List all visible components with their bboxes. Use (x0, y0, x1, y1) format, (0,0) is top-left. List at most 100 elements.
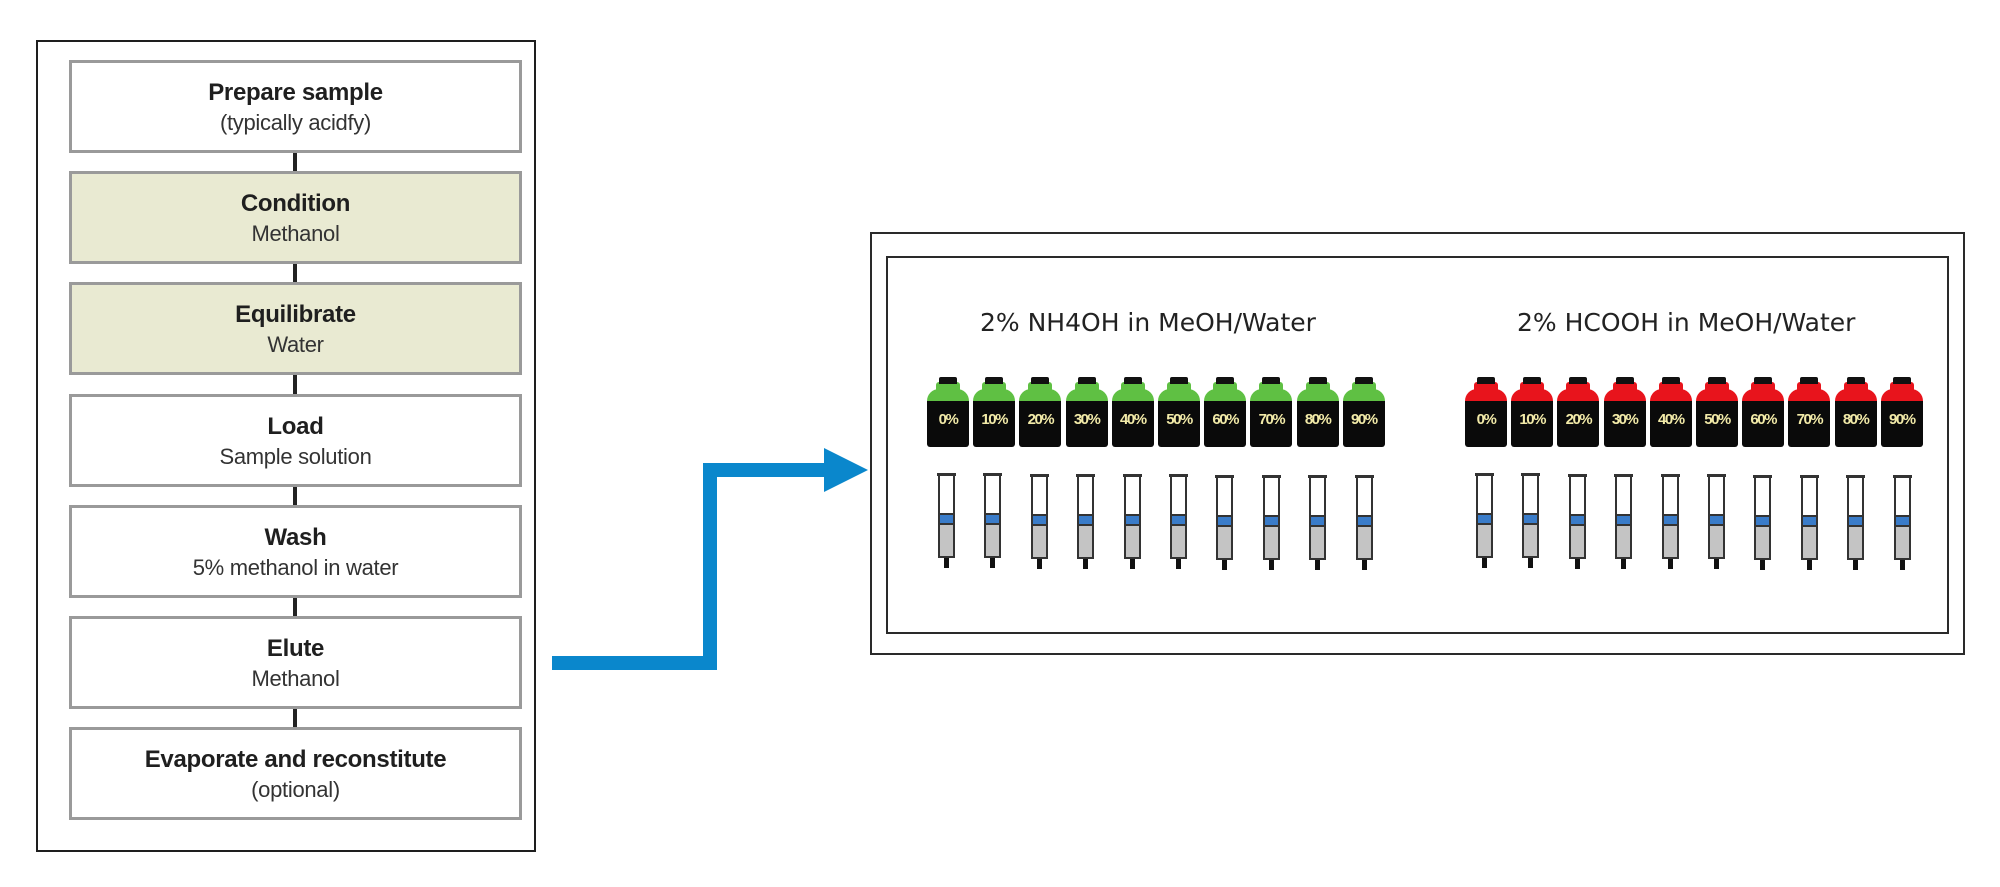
cartridge-tip (1176, 559, 1181, 569)
cartridge-frit (1756, 515, 1770, 527)
bottle-percentage-label: 70% (1258, 411, 1286, 428)
cartridge-sorbent (1849, 527, 1863, 558)
cartridge-frit (1663, 514, 1677, 526)
solvent-bottle: 0% (927, 377, 969, 447)
bottle-cap (1615, 377, 1634, 384)
step-detail: Methanol (251, 666, 340, 691)
cartridge-tip (1760, 560, 1766, 570)
cartridge-sorbent (1264, 527, 1278, 558)
cartridge-tip (1315, 560, 1321, 570)
step-title: Evaporate and reconstitute (144, 746, 447, 773)
cartridge-flange (1029, 474, 1049, 477)
bottle-cap (1477, 377, 1495, 384)
flow-arrow-line (552, 463, 826, 670)
bottle-percentage-label: 70% (1796, 411, 1824, 428)
bottle-percentage-label: 40% (1120, 411, 1147, 428)
spe-cartridge-icon (1475, 473, 1494, 568)
cartridge-sorbent (1311, 527, 1325, 558)
step-connector (293, 487, 297, 505)
workflow-step: Load Sample solution (69, 394, 522, 487)
step-title: Load (267, 413, 324, 440)
spe-cartridge-icon (1122, 474, 1142, 569)
step-title: Equilibrate (235, 301, 356, 328)
step-detail: 5% methanol in water (192, 555, 399, 580)
step-connector (293, 598, 297, 616)
elution-screening-inner-frame: 2% NH4OH in MeOH/Water 0% 10% 20% 30% 40% 50% 6… (886, 256, 1949, 634)
bottle-percentage-label: 10% (1519, 411, 1546, 428)
spe-cartridge-icon (1707, 474, 1726, 569)
step-title: Elute (266, 635, 325, 662)
cartridge-tip (1621, 559, 1627, 569)
spe-cartridge-icon (1215, 475, 1235, 570)
cartridge-tip (1222, 560, 1228, 570)
cartridge-sorbent (1478, 525, 1491, 556)
cartridge-sorbent (1710, 526, 1723, 557)
bottle-percentage-label: 90% (1889, 411, 1916, 428)
workflow-step: Elute Methanol (69, 616, 522, 709)
bottle-percentage-label: 50% (1166, 411, 1193, 428)
spe-cartridge-icon (1753, 475, 1773, 570)
cartridge-frit (1032, 514, 1046, 526)
step-detail: (optional) (251, 777, 340, 802)
solvent-bottle: 90% (1880, 377, 1923, 447)
bottle-cap (1569, 377, 1588, 384)
step-connector (293, 264, 297, 282)
cartridge-frit (1264, 515, 1278, 527)
spe-cartridge-icon (1799, 475, 1819, 570)
cartridge-tip (1853, 560, 1859, 570)
bottle-cap (1077, 377, 1096, 384)
bottle-cap (1170, 377, 1188, 384)
cartridge-sorbent (1218, 527, 1232, 558)
bottle-cap (1216, 377, 1235, 384)
cartridge-flange (1799, 475, 1819, 478)
cartridge-sorbent (986, 525, 1000, 556)
spe-cartridge-icon (1614, 474, 1634, 569)
cartridge-sorbent (1663, 526, 1677, 557)
cartridge-frit (1524, 513, 1538, 525)
cartridge-sorbent (1570, 526, 1584, 557)
bottle-cap (1661, 377, 1680, 384)
bottle-cap (985, 377, 1004, 384)
cartridge-tip (1528, 558, 1534, 568)
cartridge-flange (1521, 473, 1541, 476)
step-detail: Water (267, 332, 324, 357)
spe-cartridge-icon (1308, 475, 1328, 570)
bottle-cap (1846, 377, 1865, 384)
cartridge-frit (940, 513, 953, 525)
step-title: Wash (264, 524, 327, 551)
cartridge-flange (937, 473, 956, 476)
solvent-bottle: 20% (1019, 377, 1062, 447)
bottle-cap (1708, 377, 1726, 384)
cartridge-frit (1478, 513, 1491, 525)
cartridge-flange (1892, 475, 1912, 478)
spe-cartridge-icon (1354, 475, 1374, 570)
cartridge-frit (1125, 514, 1139, 526)
cartridge-frit (986, 513, 1000, 525)
cartridge-flange (1567, 474, 1587, 477)
bottle-percentage-label: 80% (1842, 411, 1870, 428)
cartridge-frit (1617, 514, 1631, 526)
cartridge-frit (1802, 515, 1816, 527)
arrow-head-icon (824, 448, 868, 492)
bottle-cap (1262, 377, 1281, 384)
step-connector (293, 153, 297, 171)
spe-cartridge-icon (1029, 474, 1049, 569)
cartridge-flange (1076, 474, 1096, 477)
bottle-percentage-label: 0% (938, 411, 959, 428)
cartridge-flange (1215, 475, 1235, 478)
bottle-cap (1754, 377, 1773, 384)
cartridge-tip (1714, 559, 1719, 569)
solvent-bottle: 50% (1696, 377, 1738, 447)
cartridge-frit (1172, 514, 1185, 526)
solvent-bottle: 70% (1250, 377, 1293, 447)
bottle-cap (1308, 377, 1327, 384)
step-detail: Sample solution (219, 444, 372, 469)
cartridge-flange (1753, 475, 1773, 478)
bottle-cap (1800, 377, 1819, 384)
group-title: 2% NH4OH in MeOH/Water (980, 308, 1316, 337)
step-title: Prepare sample (208, 79, 383, 106)
spe-cartridge-icon (937, 473, 956, 568)
spe-cartridge-icon (1261, 475, 1281, 570)
spe-cartridge-icon (1076, 474, 1096, 569)
cartridge-sorbent (1756, 527, 1770, 558)
